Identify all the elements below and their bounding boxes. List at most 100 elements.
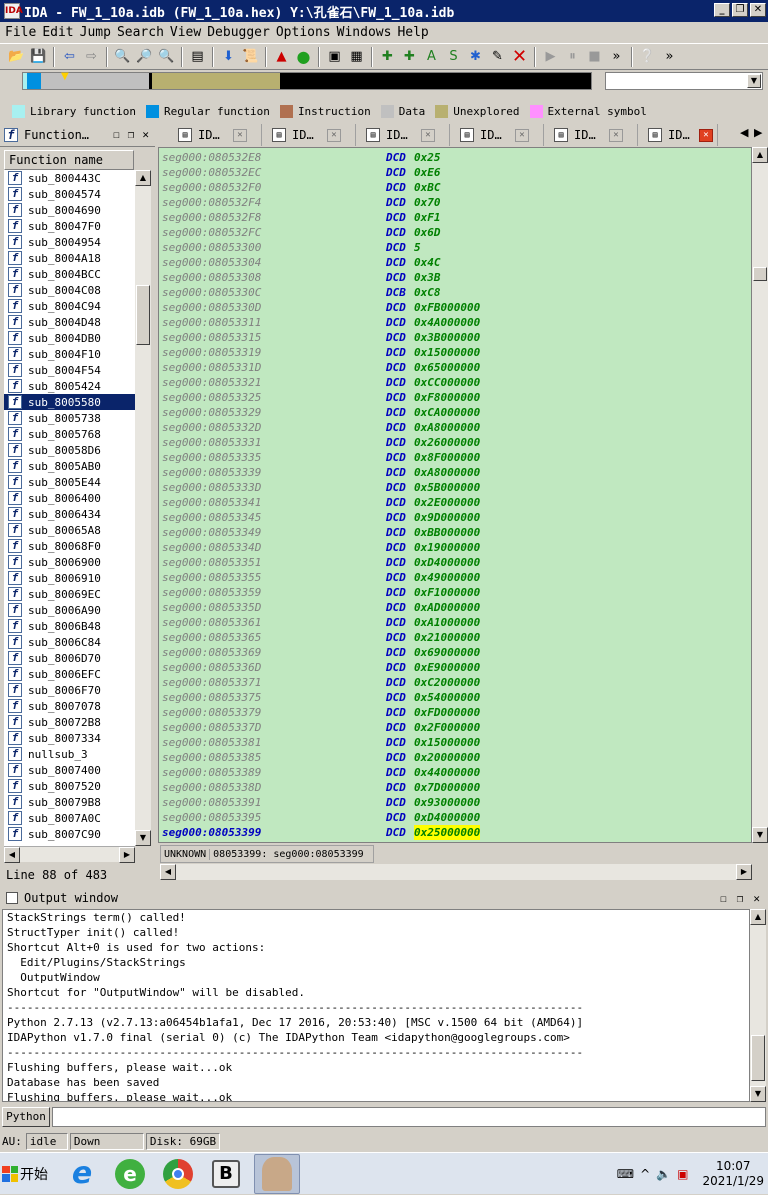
scroll-left-icon[interactable]: ◀ bbox=[4, 847, 20, 863]
disasm-line[interactable]: seg000:08053385 DCD 0x20000000 bbox=[162, 750, 480, 765]
disasm-line[interactable]: seg000:08053345 DCD 0x9D000000 bbox=[162, 510, 480, 525]
function-list-vscroll[interactable]: ▲ ▼ bbox=[135, 170, 151, 846]
function-list-item[interactable]: f sub_8006A90 bbox=[4, 602, 135, 618]
menu-jump[interactable]: Jump bbox=[79, 25, 116, 40]
window-icon[interactable]: ▣ bbox=[324, 46, 345, 67]
ie-icon[interactable]: e bbox=[62, 1154, 102, 1194]
function-list-item[interactable]: f sub_8007520 bbox=[4, 778, 135, 794]
disasm-line[interactable]: seg000:08053335 DCD 0x8F000000 bbox=[162, 450, 480, 465]
ida-task-icon[interactable] bbox=[254, 1153, 300, 1194]
tab-ida-view-6[interactable]: ▤ ID… ✕ bbox=[638, 124, 718, 146]
function-list[interactable]: f sub_800443C f sub_8004574 f sub_8004690 f sub… bbox=[4, 170, 135, 846]
disasm-line[interactable]: seg000:080532E8 DCD 0x25 bbox=[162, 150, 441, 165]
disasm-line[interactable]: seg000:08053300 DCD 5 bbox=[162, 240, 421, 255]
volume-icon[interactable]: 🔈 bbox=[656, 1167, 671, 1181]
panel-maximize-icon[interactable]: ☐ bbox=[113, 128, 120, 141]
save-icon[interactable]: 💾 bbox=[28, 46, 49, 67]
minimize-button[interactable]: _ bbox=[714, 3, 730, 17]
tab-ida-view-5[interactable]: ▤ ID… ✕ bbox=[544, 124, 638, 146]
disasm-line[interactable]: seg000:08053395 DCD 0xD4000000 bbox=[162, 810, 480, 825]
output-vscroll[interactable]: ▲ ▼ bbox=[750, 909, 766, 1102]
disasm-line[interactable]: seg000:08053321 DCD 0xCC000000 bbox=[162, 375, 480, 390]
disasm-line[interactable]: seg000:08053325 DCD 0xF8000000 bbox=[162, 390, 480, 405]
search-text-icon[interactable]: 🔎 bbox=[134, 46, 155, 67]
disasm-line[interactable]: seg000:0805335D DCD 0xAD000000 bbox=[162, 600, 480, 615]
disasm-line[interactable]: seg000:08053369 DCD 0x69000000 bbox=[162, 645, 480, 660]
disasm-line[interactable]: seg000:08053399 DCD 0x25000000 bbox=[162, 825, 481, 840]
disasm-line[interactable]: seg000:0805334D DCD 0x19000000 bbox=[162, 540, 480, 555]
edit-icon[interactable]: ✎ bbox=[487, 46, 508, 67]
disassembly-vscroll[interactable]: ▲ ▼ bbox=[752, 147, 768, 843]
function-list-item[interactable]: f nullsub_3 bbox=[4, 746, 135, 762]
disassembly-view[interactable]: seg000:080532E8 DCD 0x25 seg000:080532EC DCD… bbox=[158, 147, 752, 843]
function-list-item[interactable]: f sub_8005AB0 bbox=[4, 458, 135, 474]
show-hidden-icons[interactable]: ^ bbox=[640, 1167, 650, 1181]
output-log[interactable]: StackStrings term() called! StructTyper i… bbox=[2, 909, 750, 1102]
start-button[interactable]: 开始 bbox=[2, 1157, 54, 1191]
function-list-item[interactable]: f sub_8004BCC bbox=[4, 266, 135, 282]
network-icon[interactable]: ▣ bbox=[677, 1167, 688, 1181]
search-immediate-icon[interactable]: 🔍 bbox=[156, 46, 177, 67]
tab-ida-view-1[interactable]: ▤ ID… ✕ bbox=[168, 124, 262, 146]
function-list-item[interactable]: f sub_8005768 bbox=[4, 426, 135, 442]
scroll-left-icon[interactable]: ◀ bbox=[160, 864, 176, 880]
scroll-thumb[interactable] bbox=[751, 1035, 765, 1081]
disasm-line[interactable]: seg000:08053304 DCD 0x4C bbox=[162, 255, 441, 270]
close-tab-icon[interactable]: ✕ bbox=[609, 128, 623, 142]
function-list-item[interactable]: f sub_8004C08 bbox=[4, 282, 135, 298]
scroll-right-icon[interactable]: ▶ bbox=[736, 864, 752, 880]
disasm-line[interactable]: seg000:080532F0 DCD 0xBC bbox=[162, 180, 441, 195]
forward-icon[interactable]: ⇨ bbox=[81, 46, 102, 67]
scroll-up-icon[interactable]: ▲ bbox=[752, 147, 768, 163]
clock[interactable]: 10:07 2021/1/29 bbox=[702, 1159, 764, 1189]
function-list-item[interactable]: f sub_8004C94 bbox=[4, 298, 135, 314]
disasm-line[interactable]: seg000:080532F4 DCD 0x70 bbox=[162, 195, 441, 210]
function-list-item[interactable]: f sub_8004D48 bbox=[4, 314, 135, 330]
disasm-line[interactable]: seg000:0805336D DCD 0xE9000000 bbox=[162, 660, 480, 675]
function-list-item[interactable]: f sub_8006EFC bbox=[4, 666, 135, 682]
disasm-line[interactable]: seg000:08053391 DCD 0x93000000 bbox=[162, 795, 480, 810]
add-segment-icon[interactable]: S bbox=[443, 46, 464, 67]
function-list-item[interactable]: f sub_8007A0C bbox=[4, 810, 135, 826]
disasm-line[interactable]: seg000:0805333D DCD 0x5B000000 bbox=[162, 480, 480, 495]
panel-float-icon[interactable]: ❐ bbox=[128, 128, 135, 141]
function-name-column-header[interactable]: Function name bbox=[4, 150, 134, 170]
scroll-down-icon[interactable]: ▼ bbox=[135, 830, 151, 846]
b-app-icon[interactable]: B bbox=[206, 1154, 246, 1194]
jump-down-icon[interactable]: ⬇ bbox=[218, 46, 239, 67]
back-icon[interactable]: ⇦ bbox=[59, 46, 80, 67]
disasm-line[interactable]: seg000:08053319 DCD 0x15000000 bbox=[162, 345, 480, 360]
python-button[interactable]: Python bbox=[2, 1107, 50, 1127]
disasm-line[interactable]: seg000:080532FC DCD 0x6D bbox=[162, 225, 441, 240]
disasm-line[interactable]: seg000:08053331 DCD 0x26000000 bbox=[162, 435, 480, 450]
graph-icon[interactable]: ▲ bbox=[271, 46, 292, 67]
disasm-line[interactable]: seg000:08053351 DCD 0xD4000000 bbox=[162, 555, 480, 570]
scroll-down-icon[interactable]: ▼ bbox=[752, 827, 768, 843]
ida-app-icon[interactable]: IDA bbox=[4, 3, 23, 19]
panel-close-icon[interactable]: ✕ bbox=[142, 128, 149, 141]
menu-help[interactable]: Help bbox=[396, 25, 433, 40]
help-icon[interactable]: ❔ bbox=[637, 46, 658, 67]
function-list-item[interactable]: f sub_8004DB0 bbox=[4, 330, 135, 346]
function-list-item[interactable]: f sub_80072B8 bbox=[4, 714, 135, 730]
disasm-line[interactable]: seg000:08053341 DCD 0x2E000000 bbox=[162, 495, 480, 510]
disasm-line[interactable]: seg000:08053371 DCD 0xC2000000 bbox=[162, 675, 480, 690]
disasm-line[interactable]: seg000:08053349 DCD 0xBB000000 bbox=[162, 525, 480, 540]
function-list-item[interactable]: f sub_80047F0 bbox=[4, 218, 135, 234]
disasm-line[interactable]: seg000:0805332D DCD 0xA8000000 bbox=[162, 420, 480, 435]
function-list-item[interactable]: f sub_800443C bbox=[4, 170, 135, 186]
function-list-item[interactable]: f sub_8005E44 bbox=[4, 474, 135, 490]
function-list-item[interactable]: f sub_80065A8 bbox=[4, 522, 135, 538]
menu-view[interactable]: View bbox=[169, 25, 206, 40]
disasm-line[interactable]: seg000:08053308 DCD 0x3B bbox=[162, 270, 441, 285]
python-input[interactable] bbox=[52, 1107, 766, 1127]
script-icon[interactable]: 📜 bbox=[240, 46, 261, 67]
function-list-item[interactable]: f sub_8006434 bbox=[4, 506, 135, 522]
disasm-line[interactable]: seg000:08053379 DCD 0xFD000000 bbox=[162, 705, 480, 720]
function-list-item[interactable]: f sub_8005424 bbox=[4, 378, 135, 394]
disasm-line[interactable]: seg000:08053339 DCD 0xA8000000 bbox=[162, 465, 480, 480]
menu-search[interactable]: Search bbox=[116, 25, 169, 40]
panel-float-icon[interactable]: ❐ bbox=[737, 892, 744, 905]
breakpoint-icon[interactable]: ✱ bbox=[465, 46, 486, 67]
tab-scroll-left-icon[interactable]: ◀ bbox=[740, 126, 748, 139]
